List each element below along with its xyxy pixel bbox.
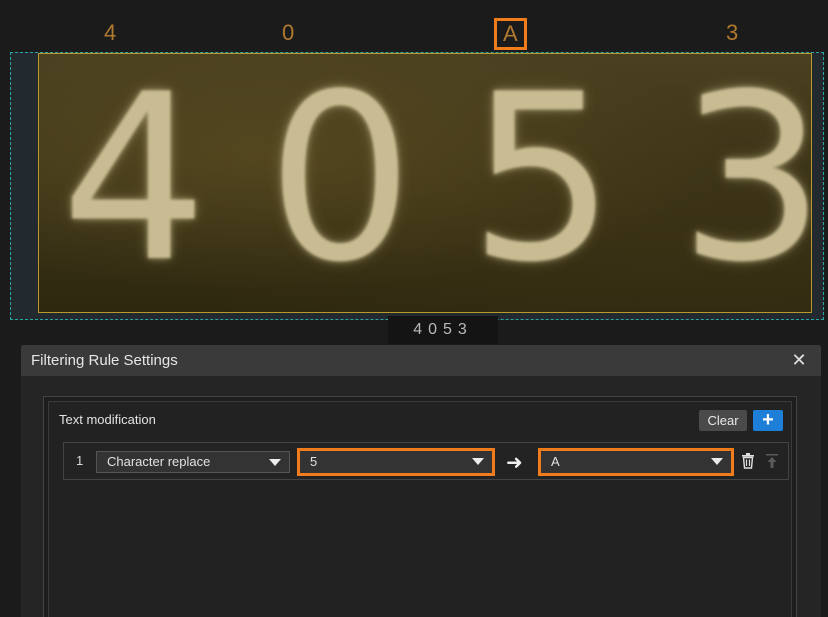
arrow-right-icon: ➜ [506, 452, 523, 474]
replace-from-select[interactable]: 5 [297, 448, 495, 476]
replace-from-value: 5 [310, 454, 318, 469]
rules-list-area [63, 488, 781, 617]
trash-icon[interactable] [741, 453, 755, 469]
move-to-top-icon[interactable] [765, 453, 779, 469]
image-digit-2: 0 [267, 53, 414, 313]
close-icon[interactable]: ✕ [789, 350, 809, 371]
rule-row: 1 Character replace 5 ➜ A [63, 442, 789, 480]
image-digit-1: 4 [61, 53, 208, 313]
replace-to-select[interactable]: A [538, 448, 734, 476]
char-label-2: 0 [282, 20, 295, 45]
char-label-3-highlighted: A [494, 18, 527, 50]
char-label-4: 3 [726, 20, 739, 45]
char-label-1: 4 [104, 20, 117, 45]
rule-type-value: Character replace [107, 454, 211, 469]
add-rule-button[interactable]: + [753, 410, 783, 431]
chevron-down-icon [269, 459, 281, 466]
rule-index: 1 [76, 453, 84, 468]
chevron-down-icon [472, 458, 484, 465]
section-title: Text modification [59, 412, 156, 427]
ocr-image: 4 0 5 3 [38, 53, 812, 313]
image-digit-4: 3 [679, 53, 812, 313]
ocr-filter-view: 4 0 A 3 4 0 5 3 4053 Filtering Rule Sett… [0, 0, 828, 617]
image-digit-3: 5 [469, 53, 616, 313]
replace-to-value: A [551, 454, 560, 469]
filtering-rule-dialog: Filtering Rule Settings ✕ Text modificat… [21, 345, 821, 617]
recognition-result: 4053 [388, 316, 498, 344]
dialog-title: Filtering Rule Settings [31, 352, 178, 369]
panel-inner: Text modification Clear + 1 Character re… [48, 401, 792, 617]
text-modification-panel: Text modification Clear + 1 Character re… [43, 396, 797, 617]
clear-button[interactable]: Clear [699, 410, 747, 431]
rule-type-select[interactable]: Character replace [96, 451, 290, 473]
chevron-down-icon [711, 458, 723, 465]
dialog-header: Filtering Rule Settings ✕ [21, 345, 821, 376]
